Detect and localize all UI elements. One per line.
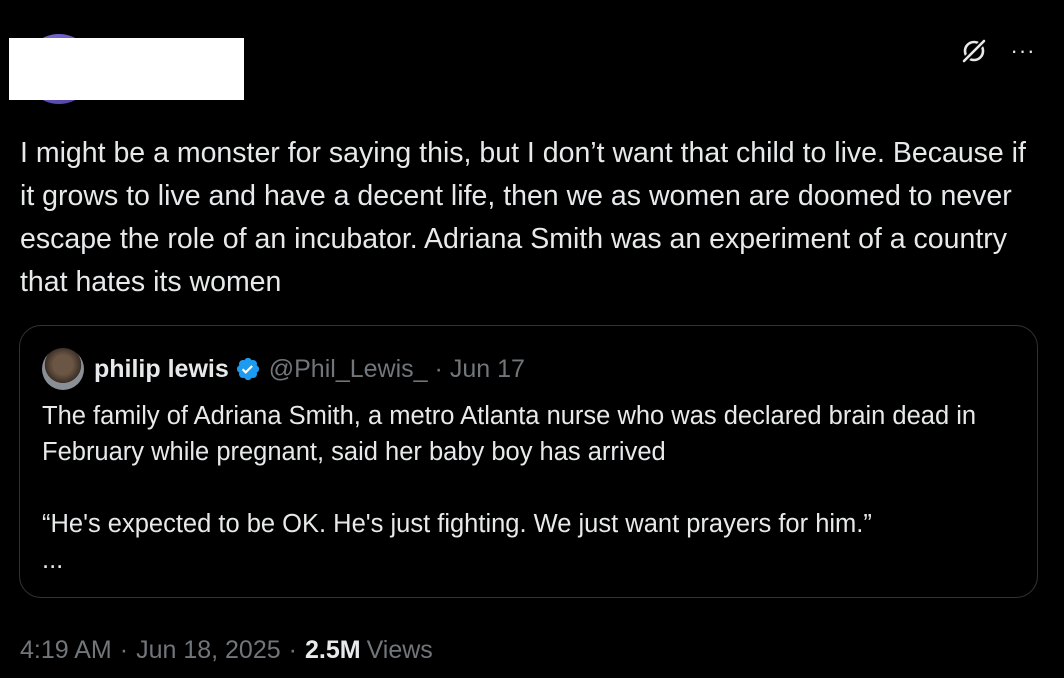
- quoted-tweet-text: The family of Adriana Smith, a metro Atl…: [42, 402, 977, 574]
- tweet-text: I might be a monster for saying this, bu…: [20, 137, 1034, 298]
- verified-badge-icon: [235, 356, 261, 382]
- quoted-author-handle[interactable]: @Phil_Lewis_: [269, 355, 428, 384]
- separator-dot: ·: [434, 354, 443, 383]
- grok-icon-glyph: [961, 38, 987, 64]
- more-horizontal-icon[interactable]: ···: [1008, 34, 1038, 68]
- quoted-author-name[interactable]: philip lewis: [94, 355, 229, 384]
- views-label: Views: [366, 635, 433, 664]
- tweet-meta: 4:19 AM · Jun 18, 2025 · 2.5M Views: [20, 632, 433, 668]
- quoted-author-avatar[interactable]: [42, 348, 84, 390]
- redacted-author-name: [9, 38, 244, 100]
- views-count: 2.5M: [304, 635, 361, 664]
- separator-dot: ·: [288, 635, 297, 664]
- separator-dot: ·: [119, 635, 129, 664]
- quoted-tweet-date[interactable]: Jun 17: [450, 355, 525, 384]
- quoted-tweet-header: philip lewis @Phil_Lewis_ · Jun 17: [94, 353, 525, 385]
- quoted-tweet-card[interactable]: philip lewis @Phil_Lewis_ · Jun 17 The f…: [19, 325, 1038, 598]
- grok-icon[interactable]: [957, 34, 991, 68]
- tweet-date[interactable]: Jun 18, 2025: [136, 636, 281, 665]
- tweet-time[interactable]: 4:19 AM: [20, 636, 112, 665]
